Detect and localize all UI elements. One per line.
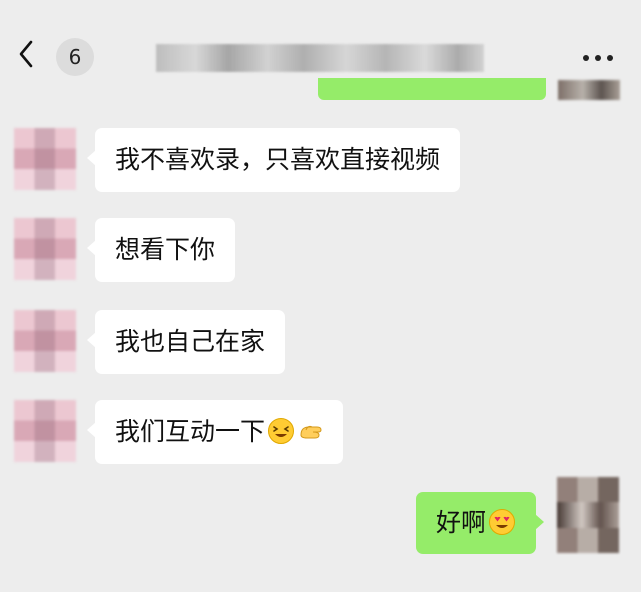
unread-count-badge: 6 [56, 38, 94, 76]
previous-message-bubble[interactable] [318, 78, 546, 100]
message-bubble[interactable]: 我不喜欢录，只喜欢直接视频 [86, 128, 461, 192]
my-avatar-partial[interactable] [558, 80, 620, 100]
more-options-button[interactable] [581, 48, 615, 68]
grinning-squint-emoji [268, 418, 295, 444]
message-text: 我们互动一下 [115, 417, 266, 446]
chat-title-redacted [156, 44, 484, 72]
more-icon [607, 55, 613, 61]
message-bubble[interactable]: 我也自己在家 [86, 310, 286, 374]
my-avatar[interactable] [557, 477, 619, 553]
contact-avatar[interactable] [14, 400, 76, 462]
more-icon [583, 55, 589, 61]
message-text: 想看下你 [115, 235, 216, 264]
my-message-bubble[interactable]: 好啊 [416, 492, 545, 554]
chevron-left-icon [19, 40, 33, 68]
beckoning-hand-emoji [300, 425, 322, 439]
more-icon [595, 55, 601, 61]
message-bubble[interactable]: 我们互动一下 [86, 400, 344, 464]
back-button[interactable]: 6 [14, 38, 94, 78]
contact-avatar[interactable] [14, 128, 76, 190]
message-text: 好啊 [436, 508, 487, 537]
message-text: 我不喜欢录，只喜欢直接视频 [115, 145, 441, 174]
message-text: 我也自己在家 [115, 327, 266, 356]
heart-eyes-emoji [489, 509, 516, 535]
contact-avatar[interactable] [14, 310, 76, 372]
message-bubble[interactable]: 想看下你 [86, 218, 236, 282]
contact-avatar[interactable] [14, 218, 76, 280]
